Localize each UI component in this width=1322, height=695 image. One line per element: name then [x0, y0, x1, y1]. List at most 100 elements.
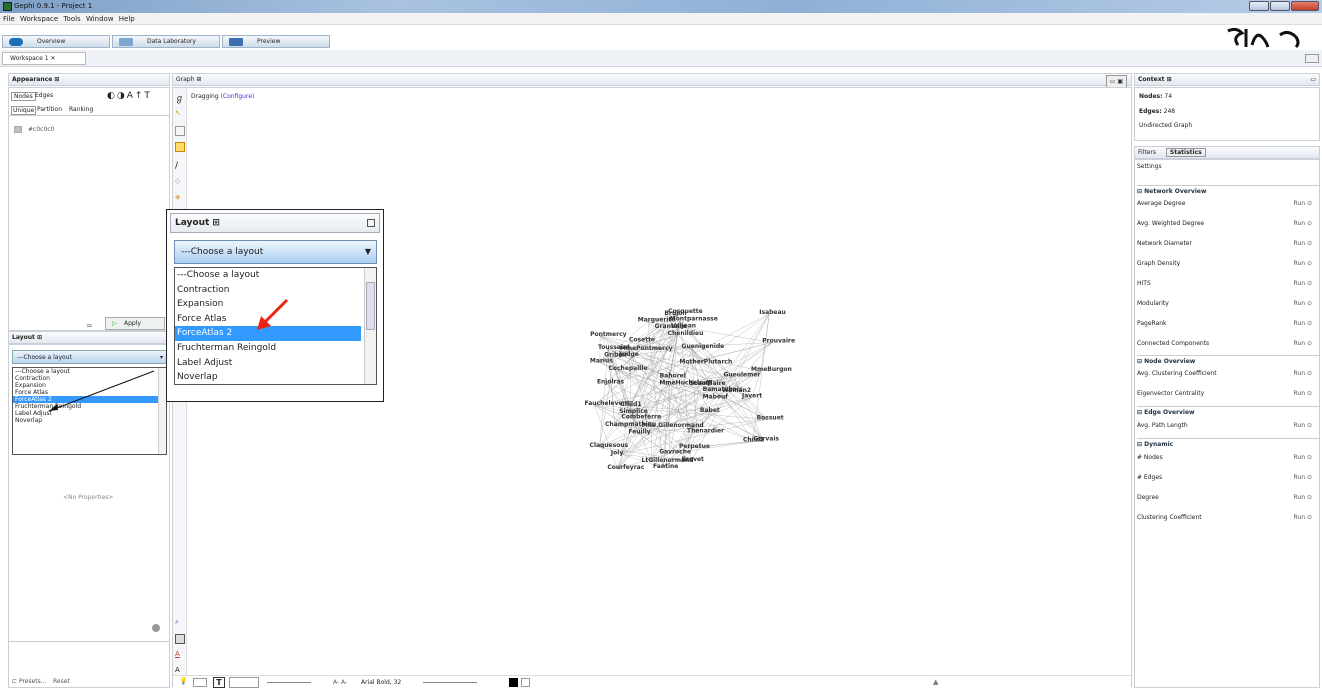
- run-button[interactable]: Run ⊙: [1294, 384, 1312, 404]
- run-button[interactable]: Run ⊙: [1294, 334, 1312, 354]
- graph-node-label[interactable]: Simplice: [619, 408, 648, 415]
- graph-node-label[interactable]: MmePontmercy: [620, 345, 673, 352]
- info-icon[interactable]: ⊙: [1305, 422, 1312, 429]
- configure-link[interactable]: (Configure): [221, 93, 255, 100]
- layout-zoom-select[interactable]: ---Choose a layout ▼: [174, 240, 377, 264]
- minimize-icon[interactable]: [367, 219, 375, 227]
- info-icon[interactable]: ⊙: [1305, 390, 1312, 397]
- graph-node-label[interactable]: LtGillenormand: [642, 457, 694, 464]
- graph-node-label[interactable]: Grantaire: [655, 323, 687, 330]
- graph-node-label[interactable]: Mlle.Gillenormand: [642, 422, 704, 429]
- run-button[interactable]: Run ⊙: [1294, 214, 1312, 234]
- edge-weight-slider[interactable]: [267, 682, 311, 683]
- menu-tools[interactable]: Tools: [63, 13, 80, 25]
- info-icon[interactable]: ⊙: [1305, 370, 1312, 377]
- layout-zoom-option[interactable]: Label Adjust: [175, 356, 376, 371]
- color-swatch[interactable]: [14, 126, 22, 133]
- info-icon[interactable]: [152, 624, 160, 632]
- layout-zoom-option[interactable]: Contraction: [175, 283, 376, 298]
- direct-select-icon[interactable]: [175, 142, 185, 152]
- run-button[interactable]: Run ⊙: [1294, 234, 1312, 254]
- graph-node-label[interactable]: Brujon: [664, 310, 686, 317]
- run-button[interactable]: Run ⊙: [1294, 416, 1312, 436]
- info-icon[interactable]: ⊙: [1305, 260, 1312, 267]
- run-button[interactable]: Run ⊙: [1294, 508, 1312, 528]
- graph-node-label[interactable]: Claquesous: [590, 442, 629, 449]
- font-size-icons[interactable]: A- A-: [333, 679, 347, 686]
- layout-zoom-option[interactable]: ---Choose a layout: [175, 268, 376, 283]
- graph-node-label[interactable]: Mabeuf: [703, 394, 729, 401]
- info-icon[interactable]: ⊙: [1305, 514, 1312, 521]
- tab-nodes[interactable]: Nodes: [11, 92, 36, 101]
- tab-preview[interactable]: Preview: [222, 35, 330, 48]
- graph-node-label[interactable]: MmeBurgon: [751, 366, 792, 373]
- graph-node-label[interactable]: Child2: [743, 436, 764, 443]
- graph-node-label[interactable]: Pontmercy: [590, 331, 626, 338]
- info-icon[interactable]: ⊙: [1305, 474, 1312, 481]
- settings-button[interactable]: Settings: [1137, 163, 1162, 170]
- graph-node-label[interactable]: Babet: [700, 407, 720, 414]
- label-color-swatch[interactable]: [509, 678, 518, 687]
- run-button[interactable]: Run ⊙: [1294, 254, 1312, 274]
- tab-overview[interactable]: Overview: [2, 35, 110, 48]
- graph-node-label[interactable]: Bahorel: [660, 373, 686, 380]
- pencil-icon[interactable]: /: [175, 161, 185, 171]
- pointer-tool-icon[interactable]: ↖: [175, 109, 185, 119]
- zoom-icon[interactable]: ⌕: [175, 618, 185, 628]
- tab-statistics[interactable]: Statistics: [1165, 148, 1206, 157]
- menu-workspace[interactable]: Workspace: [20, 13, 58, 25]
- layout-option[interactable]: Noverlap: [13, 417, 166, 424]
- graph-node-label[interactable]: Cosette: [629, 337, 655, 344]
- graph-node-label[interactable]: Marguerite: [638, 317, 676, 324]
- edge-mode-icon[interactable]: [193, 678, 207, 687]
- graph-node-label[interactable]: MotherPlutarch: [680, 358, 733, 365]
- bulb-icon[interactable]: 💡: [179, 677, 188, 685]
- graph-node-label[interactable]: Bossuet: [757, 414, 784, 421]
- graph-node-label[interactable]: Prouvaire: [762, 337, 795, 344]
- graph-node-label[interactable]: Enjolras: [597, 378, 625, 385]
- graph-node-label[interactable]: Chenildieu: [668, 330, 704, 337]
- graph-node-label[interactable]: Child1: [620, 401, 641, 408]
- info-icon[interactable]: ⊙: [1305, 240, 1312, 247]
- maximize-button[interactable]: [1270, 1, 1290, 11]
- reset-button[interactable]: Reset: [53, 678, 70, 685]
- text-toggle-icon[interactable]: T: [213, 677, 225, 688]
- layout-zoom-option[interactable]: Noverlap: [175, 370, 376, 385]
- graph-node-label[interactable]: Guenigenide: [682, 343, 725, 350]
- graph-node-label[interactable]: Joly: [610, 450, 623, 457]
- menu-file[interactable]: File: [3, 13, 15, 25]
- info-icon[interactable]: ⊙: [1305, 320, 1312, 327]
- graph-tool-icon[interactable]: ℊ: [175, 91, 185, 104]
- run-button[interactable]: Run ⊙: [1294, 314, 1312, 334]
- graph-node-label[interactable]: Cochepaille: [608, 365, 647, 372]
- graph-node-label[interactable]: Feuilly: [628, 429, 650, 436]
- menu-help[interactable]: Help: [119, 13, 135, 25]
- tab-partition[interactable]: Partition: [37, 106, 62, 113]
- attribute-icons[interactable]: ◐◑A↑T: [107, 91, 152, 101]
- painter-icon[interactable]: ◈: [175, 193, 185, 203]
- graph-node-label[interactable]: Isabeau: [759, 309, 786, 316]
- graph-node-label[interactable]: Woman2: [722, 387, 751, 394]
- minimize-button[interactable]: [1249, 1, 1269, 11]
- graph-node-label[interactable]: Gribier: [604, 352, 627, 359]
- run-button[interactable]: Run ⊙: [1294, 364, 1312, 384]
- graph-node-label[interactable]: Scaufflaire: [690, 380, 726, 387]
- info-icon[interactable]: ⊙: [1305, 280, 1312, 287]
- presets-button[interactable]: ⊏ Presets...: [12, 678, 47, 685]
- layout-zoom-option[interactable]: Fruchterman Reingold: [175, 341, 376, 356]
- run-button[interactable]: Run ⊙: [1294, 488, 1312, 508]
- expand-icon[interactable]: ▲: [933, 678, 938, 686]
- rectangle-select-icon[interactable]: [175, 126, 185, 136]
- info-icon[interactable]: ⊙: [1305, 340, 1312, 347]
- graph-node-label[interactable]: Perpetue: [679, 443, 710, 450]
- apply-button[interactable]: ▷ Apply: [105, 317, 165, 330]
- info-icon[interactable]: ⊙: [1305, 220, 1312, 227]
- list-scrollbar[interactable]: [364, 268, 376, 384]
- tab-edges[interactable]: Edges: [35, 92, 53, 99]
- size-mode-icon[interactable]: [229, 677, 259, 688]
- network-graph[interactable]: CosquetteGuenigenideEnjolrasCombeferreGa…: [563, 303, 813, 493]
- layout-select[interactable]: ---Choose a layout ▾: [12, 350, 167, 364]
- tab-ranking[interactable]: Ranking: [69, 106, 93, 113]
- close-button[interactable]: [1291, 1, 1319, 11]
- run-button[interactable]: Run ⊙: [1294, 468, 1312, 488]
